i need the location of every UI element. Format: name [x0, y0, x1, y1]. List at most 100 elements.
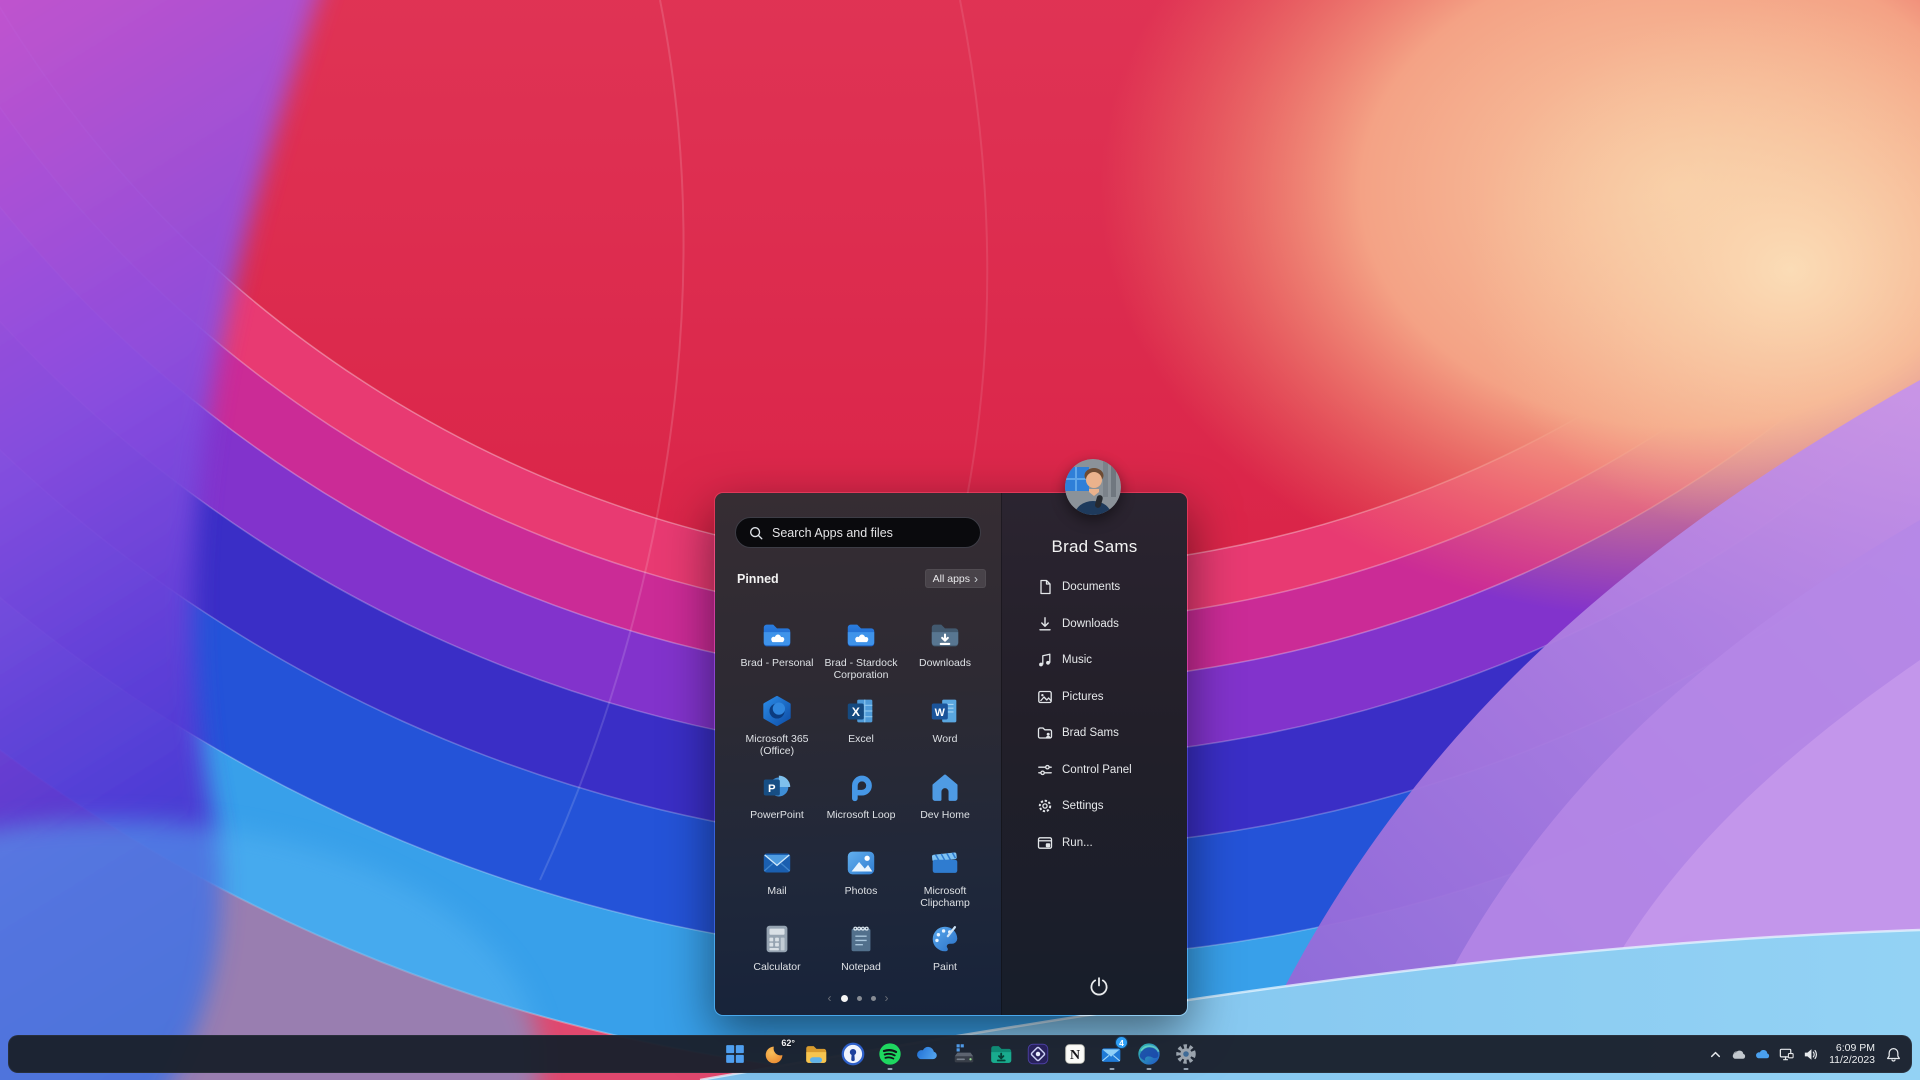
clock-time: 6:09 PM	[1835, 1041, 1875, 1054]
taskbar-clock[interactable]: 6:09 PM 11/2/2023	[1829, 1042, 1875, 1067]
quick-link-label: Run...	[1062, 836, 1093, 849]
onedrive-sm-icon	[1754, 1046, 1771, 1063]
mail-icon	[760, 846, 794, 880]
quick-link-label: Settings	[1062, 800, 1104, 813]
tray-network-button[interactable]	[1775, 1039, 1797, 1069]
volume-icon	[1802, 1046, 1819, 1063]
powerpoint-icon: P	[760, 770, 794, 804]
taskbar-mail-button[interactable]: 4	[1095, 1036, 1128, 1071]
pinned-app[interactable]: Mail	[735, 842, 819, 918]
taskbar-start-button[interactable]	[718, 1037, 751, 1071]
tray-icons	[1705, 1039, 1821, 1069]
onedrive-icon	[914, 1041, 940, 1067]
page-next-icon[interactable]: ›	[885, 992, 889, 1004]
pinned-app-label: Downloads	[919, 657, 971, 669]
user-avatar[interactable]	[1065, 459, 1121, 515]
quick-link-run[interactable]: Run...	[1002, 825, 1187, 862]
tray-volume-button[interactable]	[1799, 1039, 1821, 1069]
pinned-app[interactable]: Microsoft 365 (Office)	[735, 690, 819, 766]
pinned-app[interactable]: Microsoft Loop	[819, 766, 903, 842]
pinned-app[interactable]: Dev Home	[903, 766, 987, 842]
music-icon	[1036, 651, 1054, 669]
pinned-app[interactable]: Paint	[903, 918, 987, 994]
network-icon	[1778, 1046, 1795, 1063]
notifications-bell-button[interactable]	[1881, 1039, 1905, 1069]
taskbar-onedrive-button[interactable]	[910, 1037, 943, 1071]
pinned-app[interactable]: W Word	[903, 690, 987, 766]
all-apps-button[interactable]: All apps ›	[924, 569, 986, 588]
word-icon: W	[928, 694, 962, 728]
pinned-app[interactable]: Notepad	[819, 918, 903, 994]
pinned-app[interactable]: Brad - Stardock Corporation	[819, 614, 903, 690]
power-icon	[1090, 977, 1108, 996]
page-dot[interactable]	[840, 994, 848, 1002]
taskbar-notion-button[interactable]: N	[1058, 1037, 1091, 1071]
taskbar-center-icons: 62° N 4	[718, 1036, 1202, 1072]
page-dot[interactable]	[856, 995, 862, 1001]
notion-icon: N	[1062, 1041, 1088, 1067]
svg-text:N: N	[1069, 1048, 1079, 1063]
quick-link-label: Downloads	[1062, 617, 1119, 630]
taskbar-edge-button[interactable]	[1132, 1037, 1165, 1071]
page-prev-icon[interactable]: ‹	[828, 992, 832, 1004]
pinned-apps-grid: Brad - Personal Brad - Stardock Corporati…	[735, 614, 987, 994]
taskbar-1password-button[interactable]	[836, 1037, 869, 1071]
pinned-app[interactable]: Photos	[819, 842, 903, 918]
purple-diamond-icon	[1025, 1041, 1051, 1067]
pinned-app[interactable]: X Excel	[819, 690, 903, 766]
1password-icon	[840, 1041, 866, 1067]
quick-link-label: Control Panel	[1062, 763, 1132, 776]
bell-icon	[1886, 1047, 1900, 1062]
taskbar-weather-button[interactable]: 62°	[755, 1037, 795, 1071]
pinned-app[interactable]: Calculator	[735, 918, 819, 994]
taskbar-storage-drive-button[interactable]	[947, 1037, 980, 1071]
downloads-folder-icon	[928, 618, 962, 652]
quick-link-settings[interactable]: Settings	[1002, 788, 1187, 825]
tray-cloud-button[interactable]	[1727, 1039, 1749, 1069]
pinned-app-label: Mail	[767, 885, 787, 897]
chevron-up-icon	[1707, 1046, 1724, 1063]
user-folder-icon	[1036, 724, 1054, 742]
start-search[interactable]	[735, 517, 981, 548]
pinned-app-label: Photos	[844, 885, 878, 897]
desktop: Pinned All apps › Brad - PersonalBrad - …	[0, 0, 1920, 1080]
search-icon	[748, 525, 764, 541]
quick-link-downloads[interactable]: Downloads	[1002, 606, 1187, 643]
pinned-header: Pinned All apps ›	[715, 569, 1001, 591]
pinned-app[interactable]: P PowerPoint	[735, 766, 819, 842]
pinned-app-label: PowerPoint	[750, 809, 804, 821]
pinned-app[interactable]: Brad - Personal	[735, 614, 819, 690]
start-menu-user-panel: Brad Sams Documents Downloads Music Picture…	[1001, 493, 1187, 1015]
pinned-app-label: Microsoft Clipchamp	[920, 885, 970, 909]
explorer-icon	[803, 1041, 829, 1067]
search-input[interactable]	[772, 525, 968, 540]
pinned-app-label: Notepad	[841, 961, 881, 973]
clipchamp-icon	[928, 846, 962, 880]
taskbar-spotify-button[interactable]	[873, 1037, 906, 1071]
quick-link-documents[interactable]: Documents	[1002, 569, 1187, 606]
avatar-photo	[1065, 459, 1121, 515]
quick-link-control-panel[interactable]: Control Panel	[1002, 752, 1187, 789]
gear-tb-icon	[1173, 1041, 1199, 1067]
pinned-app[interactable]: Microsoft Clipchamp	[903, 842, 987, 918]
quick-link-music[interactable]: Music	[1002, 642, 1187, 679]
tray-onedrive-button[interactable]	[1751, 1039, 1773, 1069]
start-menu: Pinned All apps › Brad - PersonalBrad - …	[714, 492, 1188, 1016]
pinned-app-label: Brad - Stardock Corporation	[824, 657, 898, 681]
taskbar-file-explorer-button[interactable]	[799, 1037, 832, 1071]
pinned-app-label: Word	[932, 733, 958, 745]
taskbar-diamond-app-button[interactable]	[1021, 1037, 1054, 1071]
quick-link-brad-sams[interactable]: Brad Sams	[1002, 715, 1187, 752]
onedrive-folder-icon	[760, 618, 794, 652]
taskbar-downloads-folder-button[interactable]	[984, 1037, 1017, 1071]
quick-link-pictures[interactable]: Pictures	[1002, 679, 1187, 716]
pinned-app-label: Microsoft Loop	[826, 809, 896, 821]
edge-icon	[1136, 1041, 1162, 1067]
unread-badge: 4	[1115, 1036, 1128, 1049]
page-dot[interactable]	[870, 995, 876, 1001]
taskbar-settings-button[interactable]	[1169, 1037, 1202, 1071]
hidden-icons-chevron-button[interactable]	[1705, 1039, 1725, 1069]
chevron-right-icon: ›	[974, 571, 978, 586]
power-button[interactable]	[1083, 970, 1115, 1002]
pinned-app[interactable]: Downloads	[903, 614, 987, 690]
